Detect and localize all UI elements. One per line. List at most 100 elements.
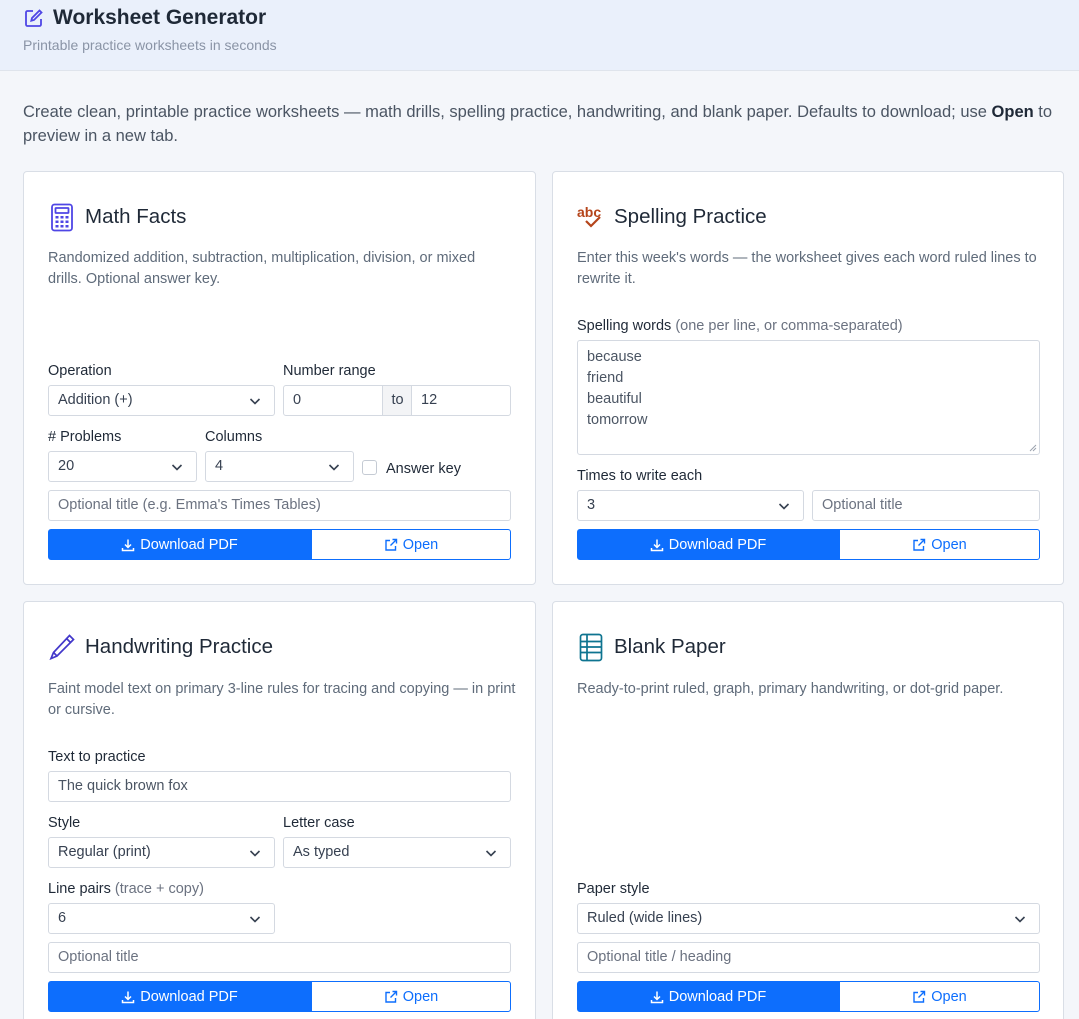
columns-select[interactable]: 4 [205,451,354,482]
math-open-button[interactable]: Open [311,529,511,560]
pencil-icon [48,632,76,662]
blank-title-input[interactable]: Optional title / heading [577,942,1040,973]
line-pairs-value: 6 [58,910,67,926]
practice-text-input[interactable]: The quick brown fox [48,771,511,802]
range-to-label: to [383,385,412,416]
spelling-download-button[interactable]: Download PDF [577,529,839,560]
app-title-row: Worksheet Generator [23,6,266,30]
download-label: Download PDF [140,988,238,1005]
external-link-icon [384,990,398,1004]
card-title: Math Facts [85,205,187,228]
download-label: Download PDF [668,988,767,1005]
line-pairs-label-text: Line pairs [48,881,111,897]
open-label: Open [931,988,967,1005]
intro-text-before: Create clean, printable practice workshe… [23,103,992,121]
paper-style-select[interactable]: Ruled (wide lines) [577,903,1040,934]
style-label: Style [48,815,81,831]
download-label: Download PDF [668,536,767,553]
card-title: Handwriting Practice [85,635,273,658]
app-subtitle: Printable practice worksheets in seconds [23,37,277,53]
card-description: Ready-to-print ruled, graph, primary han… [577,681,1004,697]
card-description: Randomized addition, subtraction, multip… [48,250,476,287]
card-title: Blank Paper [614,635,726,658]
problems-value: 20 [58,458,75,474]
resize-handle-icon[interactable] [1029,444,1037,452]
spelling-open-button[interactable]: Open [839,529,1040,560]
blank-download-button[interactable]: Download PDF [577,981,839,1012]
handwriting-open-button[interactable]: Open [311,981,511,1012]
times-value: 3 [587,497,596,513]
letter-case-label: Letter case [283,815,355,831]
card-header: Handwriting Practice [48,632,273,662]
spelling-words-textarea[interactable]: because friend beautiful tomorrow [577,340,1040,455]
chevron-down-icon [328,464,340,471]
chevron-down-icon [249,916,261,923]
card-header: abc Spelling Practice [577,202,767,232]
times-select[interactable]: 3 [577,490,804,521]
card-header: Math Facts [48,202,186,232]
spelling-word: tomorrow [587,412,648,428]
chevron-down-icon [249,850,261,857]
spelling-words-label-text: Spelling words [577,318,672,334]
line-pairs-select[interactable]: 6 [48,903,275,934]
intro-open-emphasis: Open [991,103,1034,121]
svg-text:abc: abc [577,204,601,220]
spelling-words-hint: (one per line, or comma-separated) [675,318,903,334]
columns-label: Columns [205,429,263,445]
answer-key-checkbox[interactable] [362,460,377,475]
spelling-word: because [587,349,642,365]
chevron-down-icon [171,464,183,471]
math-title-input[interactable]: Optional title (e.g. Emma's Times Tables… [48,490,511,521]
letter-case-select[interactable]: As typed [283,837,511,868]
math-download-button[interactable]: Download PDF [48,529,311,560]
operation-select[interactable]: Addition (+) [48,385,275,416]
spelling-word: beautiful [587,391,642,407]
card-description: Faint model text on primary 3-line rules… [48,681,516,718]
handwriting-practice-card: Handwriting Practice Faint model text on… [23,601,536,1019]
calculator-icon [48,202,76,232]
style-select[interactable]: Regular (print) [48,837,275,868]
line-pairs-label: Line pairs (trace + copy) [48,881,204,897]
paper-style-label: Paper style [577,881,650,897]
range-from-input[interactable]: 0 [283,385,383,416]
practice-text-label: Text to practice [48,749,146,765]
external-link-icon [384,538,398,552]
answer-key-label[interactable]: Answer key [386,461,461,477]
paper-style-value: Ruled (wide lines) [587,910,703,926]
handwriting-download-button[interactable]: Download PDF [48,981,311,1012]
open-label: Open [402,988,439,1005]
chevron-down-icon [485,850,497,857]
intro-text: Create clean, printable practice workshe… [23,100,1053,148]
number-range-label: Number range [283,363,376,379]
range-to-input[interactable]: 12 [411,385,511,416]
blank-open-button[interactable]: Open [839,981,1040,1012]
download-icon [121,990,135,1004]
operation-value: Addition (+) [58,392,133,408]
app-header: Worksheet Generator Printable practice w… [0,0,1079,71]
times-label: Times to write each [577,468,703,484]
open-label: Open [931,536,967,553]
card-header: Blank Paper [577,632,726,662]
download-icon [650,538,664,552]
style-value: Regular (print) [58,844,151,860]
problems-label: # Problems [48,429,122,445]
card-title: Spelling Practice [614,205,767,228]
spellcheck-icon: abc [577,202,605,232]
spelling-title-input[interactable]: Optional title [812,490,1040,521]
operation-label: Operation [48,363,112,379]
app-title: Worksheet Generator [53,6,267,29]
letter-case-value: As typed [293,844,350,860]
columns-value: 4 [215,458,224,474]
spelling-word: friend [587,370,624,386]
chevron-down-icon [249,398,261,405]
ruled-paper-icon [577,632,605,662]
blank-paper-card: Blank Paper Ready-to-print ruled, graph,… [552,601,1064,1019]
chevron-down-icon [1014,916,1026,923]
download-icon [650,990,664,1004]
card-description: Enter this week's words — the worksheet … [577,250,1037,287]
handwriting-title-input[interactable]: Optional title [48,942,511,973]
problems-select[interactable]: 20 [48,451,197,482]
math-facts-card: Math Facts Randomized addition, subtract… [23,171,536,585]
open-label: Open [402,536,439,553]
line-pairs-hint: (trace + copy) [114,881,204,897]
